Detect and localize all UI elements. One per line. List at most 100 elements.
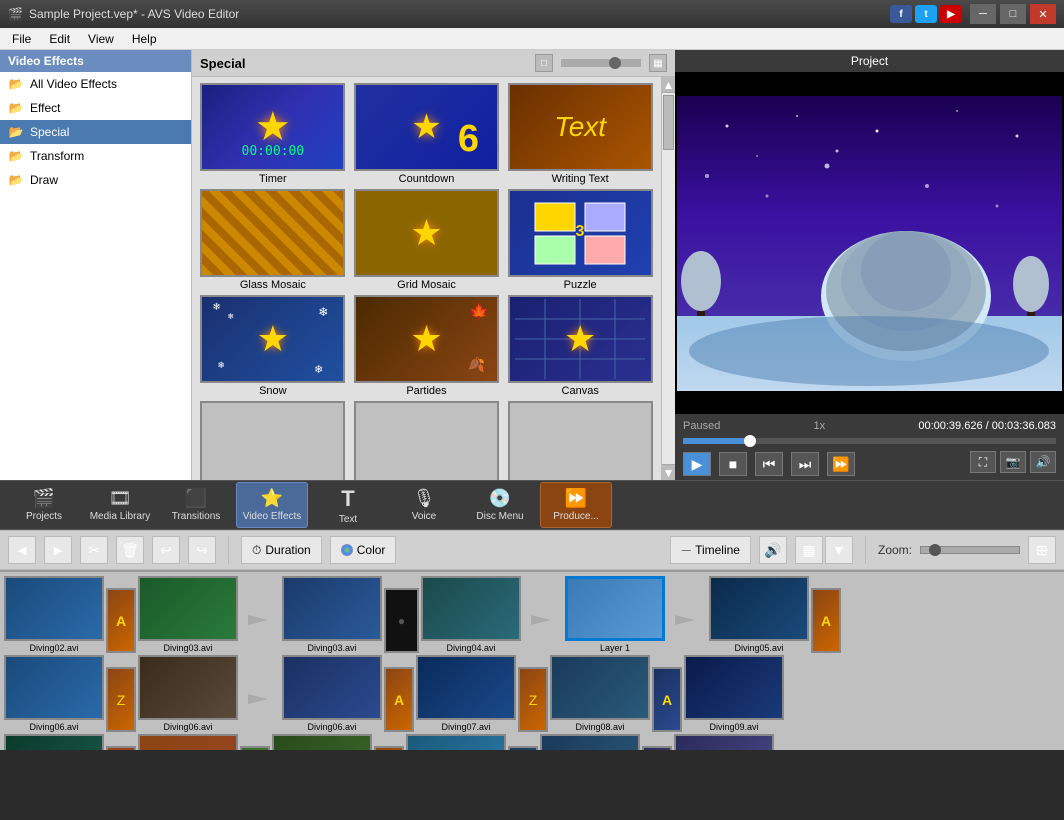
prev-button[interactable]: ⏮ xyxy=(755,452,783,476)
effect-particles[interactable]: ★ 🍁 🍂 Partides xyxy=(352,295,502,397)
scroll-thumb[interactable] xyxy=(663,95,674,150)
tl-undo-btn[interactable]: ↩ xyxy=(152,536,180,564)
film-item-trans-photo[interactable]: ○ xyxy=(508,746,538,750)
effect-snow[interactable]: ★ ❄ ❄ ❄ ❄ ❄ Snow xyxy=(198,295,348,397)
close-button[interactable]: ✕ xyxy=(1030,4,1056,24)
zoom-handle[interactable] xyxy=(929,544,941,556)
next-button[interactable]: ⏭ xyxy=(791,452,819,476)
menu-view[interactable]: View xyxy=(80,30,122,48)
film-item-trans6b[interactable]: A xyxy=(384,667,414,732)
disc-menu-btn[interactable]: 💿 Disc Menu xyxy=(464,482,536,528)
volume-btn[interactable]: 🔊 xyxy=(1030,451,1056,473)
film-item-diving06c[interactable]: Diving06.avi xyxy=(282,655,382,732)
film-item-diving09[interactable]: Diving09.avi xyxy=(684,655,784,732)
sidebar-item-draw[interactable]: 📂 Draw xyxy=(0,168,191,192)
sidebar-item-transform[interactable]: 📂 Transform xyxy=(0,144,191,168)
film-item-photo08[interactable]: photo08.jpg xyxy=(540,734,640,750)
menu-file[interactable]: File xyxy=(4,30,39,48)
film-item-trans-photo2[interactable]: ● xyxy=(642,746,672,750)
film-item-photo10[interactable]: photo10.jpg xyxy=(406,734,506,750)
scroll-up-btn[interactable]: ▲ xyxy=(662,77,675,93)
film-item-trans1[interactable]: A xyxy=(106,588,136,653)
maximize-button[interactable]: □ xyxy=(1000,4,1026,24)
film-item-diving06b[interactable]: Diving06.avi xyxy=(138,655,238,732)
media-library-btn[interactable]: 🎞 Media Library xyxy=(84,482,156,528)
effect-placeholder-2[interactable] xyxy=(352,401,502,480)
social-links[interactable]: f t ▶ xyxy=(890,5,962,23)
film-item-diving11[interactable]: Diving11.avi xyxy=(138,734,238,750)
effect-canvas[interactable]: ★ Canvas xyxy=(505,295,655,397)
produce-btn[interactable]: ⏩ Produce... xyxy=(540,482,612,528)
youtube-btn[interactable]: ▶ xyxy=(940,5,962,23)
film-item-diving06a[interactable]: Diving06.avi xyxy=(4,655,104,732)
film-item-trans11[interactable]: Z xyxy=(240,746,270,750)
sidebar-item-all[interactable]: 📂 All Video Effects xyxy=(0,72,191,96)
effect-placeholder-3[interactable] xyxy=(505,401,655,480)
view-large-btn[interactable]: ▦ xyxy=(649,54,667,72)
tl-forward-btn[interactable]: ► xyxy=(44,536,72,564)
z-icon-2: Z xyxy=(529,692,538,708)
film-item-trans6a[interactable]: Z xyxy=(106,667,136,732)
fast-forward-button[interactable]: ⏩ xyxy=(827,452,855,476)
tl-delete-btn[interactable]: 🗑 xyxy=(116,536,144,564)
video-effects-btn[interactable]: ⭐ Video Effects xyxy=(236,482,308,528)
snapshot-btn[interactable]: 📷 xyxy=(1000,451,1026,473)
fullscreen-btn[interactable]: ⛶ xyxy=(970,451,996,473)
film-item-trans12[interactable]: Z xyxy=(374,746,404,750)
play-button[interactable]: ▶ xyxy=(683,452,711,476)
timeline-mode-btn[interactable]: ⏤ Timeline xyxy=(670,536,751,564)
projects-btn[interactable]: 🎬 Projects xyxy=(8,482,80,528)
preview-scene xyxy=(677,96,1062,391)
effect-writing-text[interactable]: Text Writing Text xyxy=(505,83,655,185)
menu-edit[interactable]: Edit xyxy=(41,30,78,48)
film-item-layer1[interactable]: Layer 1 xyxy=(565,576,665,653)
film-item-diving04[interactable]: Diving04.avi xyxy=(421,576,521,653)
effect-grid-mosaic[interactable]: ★ Grid Mosaic xyxy=(352,189,502,291)
grid-view-dropdown[interactable]: ▼ xyxy=(825,536,853,564)
film-item-diving03[interactable]: Diving03.avi xyxy=(138,576,238,653)
twitter-btn[interactable]: t xyxy=(915,5,937,23)
film-item-blacktrans[interactable]: ● xyxy=(384,588,419,653)
film-item-photo11[interactable]: photo11.jpg xyxy=(674,734,774,750)
effect-countdown[interactable]: ★ 6 Countdown xyxy=(352,83,502,185)
tl-redo-btn[interactable]: ↪ xyxy=(188,536,216,564)
window-controls[interactable]: ─ □ ✕ xyxy=(970,4,1056,24)
effect-timer[interactable]: ★ 00:00:00 Timer xyxy=(198,83,348,185)
progress-bar[interactable] xyxy=(683,438,1056,444)
film-item-diving05[interactable]: Diving05.avi xyxy=(709,576,809,653)
text-btn[interactable]: T Text xyxy=(312,482,384,528)
minimize-button[interactable]: ─ xyxy=(970,4,996,24)
film-item-trans7[interactable]: Z xyxy=(518,667,548,732)
tl-cut-btn[interactable]: ✂ xyxy=(80,536,108,564)
stop-button[interactable]: ■ xyxy=(719,452,747,476)
sidebar-item-effect[interactable]: 📂 Effect xyxy=(0,96,191,120)
film-item-diving02[interactable]: Diving02.avi xyxy=(4,576,104,653)
progress-handle[interactable] xyxy=(744,435,756,447)
effect-puzzle[interactable]: 3 Puzzle xyxy=(505,189,655,291)
zoom-slider[interactable] xyxy=(920,546,1020,554)
film-item-trans10[interactable]: ⚠ xyxy=(106,746,136,750)
sidebar-item-special[interactable]: 📂 Special xyxy=(0,120,191,144)
scroll-down-btn[interactable]: ▼ xyxy=(662,464,675,480)
audio-btn[interactable]: 🔊 xyxy=(759,536,787,564)
duration-btn[interactable]: ⏱ Duration xyxy=(241,536,322,564)
film-item-trans8[interactable]: A xyxy=(652,667,682,732)
color-btn[interactable]: Color xyxy=(330,536,397,564)
film-item-trans5[interactable]: A xyxy=(811,588,841,653)
menu-help[interactable]: Help xyxy=(124,30,165,48)
effect-glass-mosaic[interactable]: Glass Mosaic xyxy=(198,189,348,291)
effects-scrollbar[interactable]: ▲ ▼ xyxy=(661,77,675,480)
tl-back-btn[interactable]: ◄ xyxy=(8,536,36,564)
transitions-btn[interactable]: ⬛ Transitions xyxy=(160,482,232,528)
voice-btn[interactable]: 🎙 Voice xyxy=(388,482,460,528)
film-item-diving10[interactable]: Diving10.avi xyxy=(4,734,104,750)
grid-view-btn[interactable]: ▦ xyxy=(795,536,823,564)
facebook-btn[interactable]: f xyxy=(890,5,912,23)
film-item-diving12[interactable]: Diving12.avi xyxy=(272,734,372,750)
film-item-diving03b[interactable]: Diving03.avi xyxy=(282,576,382,653)
film-item-diving08[interactable]: Diving08.avi xyxy=(550,655,650,732)
view-small-btn[interactable]: □ xyxy=(535,54,553,72)
fit-btn[interactable]: ⊞ xyxy=(1028,536,1056,564)
effect-placeholder-1[interactable] xyxy=(198,401,348,480)
film-item-diving07[interactable]: Diving07.avi xyxy=(416,655,516,732)
